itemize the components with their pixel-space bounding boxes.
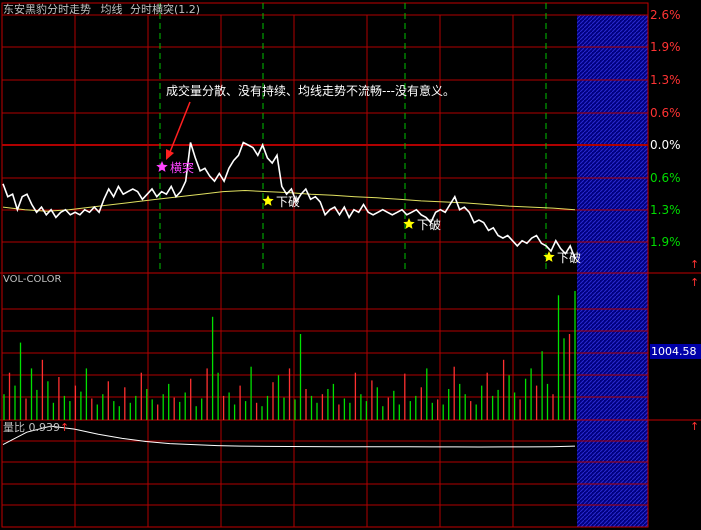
y-axis-label: 2.6%	[650, 8, 681, 22]
ratio-value: 0.939	[28, 421, 61, 434]
star-marker-icon	[156, 161, 168, 172]
y-axis-label: 1.3%	[650, 203, 681, 217]
up-arrow-icon-3: ↑	[690, 420, 700, 433]
ratio-label: 量比 0.939↑	[3, 421, 70, 434]
ratio-name: 量比	[3, 421, 25, 434]
intraday-chart: 2.6%1.9%1.3%0.6%0.0%0.6%1.3%1.9% 横突下破下破下…	[0, 2, 701, 528]
annotation-text: 成交量分散、没有持续、均线走势不流畅---没有意义。	[166, 84, 455, 98]
signal-marker-label: 下破	[417, 217, 441, 232]
signal-marker-label: 下破	[557, 250, 581, 265]
y-axis-label: 1.9%	[650, 40, 681, 54]
stock-title: 东安黑豹分时走势	[3, 3, 91, 16]
y-axis-label: 0.6%	[650, 106, 681, 120]
y-axis-label: 1.9%	[650, 235, 681, 249]
signal-marker-label: 下破	[276, 194, 300, 209]
y-axis-label: 0.0%	[650, 138, 681, 152]
chart-title: 东安黑豹分时走势 均线 分时横突(1.2)	[3, 1, 200, 17]
star-marker-icon	[543, 251, 555, 262]
y-axis-label: 0.6%	[650, 171, 681, 185]
star-marker-icon	[262, 195, 274, 206]
signal-marker-label: 横突	[170, 160, 194, 175]
volume-label: VOL-COLOR	[3, 274, 62, 285]
up-arrow-icon-2: ↑	[690, 276, 700, 289]
avg-line-label: 均线	[100, 3, 123, 16]
y-axis-label: 1.3%	[650, 73, 681, 87]
indicator-label: 分时横突(1.2)	[130, 3, 201, 16]
volume-value: 1004.58	[650, 344, 701, 359]
volume-ratio-line	[2, 425, 576, 448]
future-hatch-area	[577, 15, 648, 527]
up-arrow-icon-1: ↑	[690, 258, 700, 271]
